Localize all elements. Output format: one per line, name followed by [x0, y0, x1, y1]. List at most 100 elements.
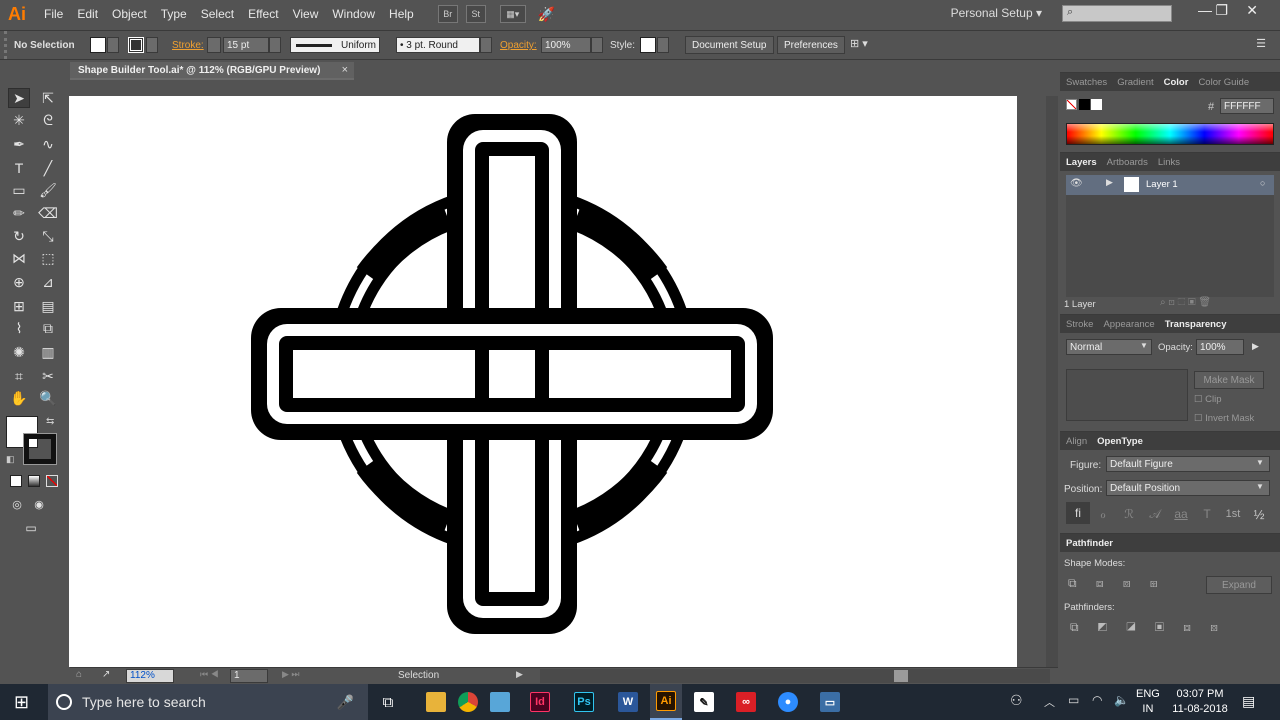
layers-footer-icons[interactable]: ⌕ ⊡ ⬚ ▣ 🗑: [1160, 297, 1211, 308]
mesh-tool-icon[interactable]: ⊞: [8, 296, 30, 316]
pen-app-icon[interactable]: ✎: [688, 684, 720, 720]
tab-transparency[interactable]: Transparency: [1165, 319, 1227, 330]
vertical-scrollbar[interactable]: [1046, 96, 1058, 667]
stroke-label[interactable]: Stroke:: [172, 40, 204, 51]
help-search-input[interactable]: ⌕: [1062, 5, 1172, 22]
brush-dropdown[interactable]: [480, 37, 492, 53]
fill-swatch[interactable]: [90, 37, 106, 53]
show-hidden-icons[interactable]: ︿: [1044, 694, 1055, 710]
battery-icon[interactable]: ▭: [1068, 693, 1079, 707]
eyedropper-tool-icon[interactable]: ⌇: [8, 318, 30, 338]
minimize-button[interactable]: —: [1198, 2, 1212, 18]
visibility-eye-icon[interactable]: 👁: [1070, 178, 1083, 189]
expand-layer-icon[interactable]: ▶: [1106, 177, 1113, 188]
opacity-dropdown[interactable]: [591, 37, 603, 53]
scale-tool-icon[interactable]: ⤡: [37, 226, 59, 246]
color-mode-icon[interactable]: [10, 475, 22, 487]
style-dropdown[interactable]: [657, 37, 669, 53]
type-tool-icon[interactable]: T: [8, 158, 30, 178]
menu-type[interactable]: Type: [161, 7, 187, 21]
selection-tool-icon[interactable]: ➤: [8, 88, 30, 108]
ligatures-glyph[interactable]: ﬁ: [1066, 502, 1090, 524]
lasso-tool-icon[interactable]: ᘓ: [37, 110, 59, 130]
expand-button[interactable]: Expand: [1206, 576, 1272, 594]
action-center-icon[interactable]: ▤: [1242, 693, 1255, 710]
white-swatch[interactable]: [1091, 99, 1102, 110]
task-view-icon[interactable]: ⧉: [372, 684, 404, 720]
none-mode-icon[interactable]: [46, 475, 58, 487]
position-select[interactable]: Default Position: [1106, 480, 1270, 496]
indesign-app[interactable]: Id: [524, 684, 556, 720]
people-icon[interactable]: ⚇: [1010, 692, 1023, 709]
tab-gradient[interactable]: Gradient: [1117, 77, 1153, 88]
hex-field[interactable]: FFFFFF: [1220, 98, 1274, 114]
clip-checkbox[interactable]: ☐ Clip: [1194, 394, 1222, 405]
menu-help[interactable]: Help: [389, 7, 414, 21]
menu-window[interactable]: Window: [332, 7, 375, 21]
zoom-field[interactable]: 112%: [126, 669, 174, 683]
tab-pathfinder[interactable]: Pathfinder: [1066, 538, 1113, 549]
pencil-tool-icon[interactable]: ✏: [8, 203, 30, 223]
zoom-tool-icon[interactable]: 🔍: [37, 388, 59, 408]
none-swatch[interactable]: [1066, 99, 1077, 110]
draw-mode-icon[interactable]: ◎: [6, 494, 28, 514]
brush-definition[interactable]: • 3 pt. Round: [396, 37, 480, 53]
artboard-nav-icon[interactable]: ⌂: [76, 669, 82, 680]
workspace-switcher[interactable]: Personal Setup ▾: [951, 6, 1042, 20]
layer-row[interactable]: 👁 ▶ Layer 1 ○: [1066, 175, 1274, 195]
tab-align[interactable]: Align: [1066, 436, 1087, 447]
target-icon[interactable]: ○: [1260, 178, 1265, 188]
draw-behind-icon[interactable]: ◉: [28, 494, 50, 514]
invert-mask-checkbox[interactable]: ☐ Invert Mask: [1194, 413, 1254, 424]
arrange-documents-icon[interactable]: ▦▾: [499, 5, 526, 23]
menu-object[interactable]: Object: [112, 7, 147, 21]
perspective-grid-tool-icon[interactable]: ⊿: [37, 272, 59, 292]
illustrator-app[interactable]: Ai: [650, 684, 682, 720]
zoom-app-icon[interactable]: ●: [772, 684, 804, 720]
width-tool-icon[interactable]: ⋈: [8, 248, 30, 268]
stroke-weight-dropdown[interactable]: [269, 37, 281, 53]
artboard[interactable]: [69, 96, 1017, 667]
tab-links[interactable]: Links: [1158, 157, 1180, 168]
scrollbar-thumb[interactable]: [894, 670, 908, 682]
contextual-glyph[interactable]: ℴ: [1090, 502, 1116, 526]
menu-select[interactable]: Select: [201, 7, 234, 21]
pathfinder-buttons[interactable]: ⧉ ◩ ◪ ▣ ⧈ ⧇: [1070, 620, 1218, 635]
small-caps-glyph[interactable]: T: [1194, 502, 1220, 526]
stroke-weight-field[interactable]: 15 pt: [223, 37, 269, 53]
slice-tool-icon[interactable]: ✂: [37, 366, 59, 386]
magic-wand-tool-icon[interactable]: ✳: [8, 110, 30, 130]
menu-effect[interactable]: Effect: [248, 7, 278, 21]
pen-tool-icon[interactable]: ✒: [8, 134, 30, 154]
default-colors-icon[interactable]: ◧: [6, 454, 15, 465]
wifi-icon[interactable]: ◠: [1092, 693, 1102, 707]
figure-select[interactable]: Default Figure: [1106, 456, 1270, 472]
style-swatch[interactable]: [640, 37, 656, 53]
close-button[interactable]: ✕: [1246, 2, 1258, 19]
opacity-label[interactable]: Opacity:: [500, 40, 537, 51]
stroke-dropdown[interactable]: [146, 37, 158, 53]
fill-dropdown[interactable]: [107, 37, 119, 53]
black-swatch[interactable]: [1079, 99, 1090, 110]
artboard-next-icon[interactable]: ▶ ⏭: [282, 669, 300, 680]
line-tool-icon[interactable]: ╱: [37, 158, 59, 178]
symbol-sprayer-tool-icon[interactable]: ✺: [8, 342, 30, 362]
file-explorer-icon[interactable]: [420, 684, 452, 720]
layer-name[interactable]: Layer 1: [1146, 179, 1178, 190]
volume-icon[interactable]: 🔈: [1114, 693, 1129, 707]
word-app[interactable]: W: [612, 684, 644, 720]
arrange-icon[interactable]: ⊞ ▾: [850, 37, 868, 50]
document-tab[interactable]: Shape Builder Tool.ai* @ 112% (RGB/GPU P…: [70, 62, 354, 80]
windows-start-icon[interactable]: ⊞: [14, 692, 29, 713]
shape-builder-tool-icon[interactable]: ⊕: [8, 272, 30, 292]
free-transform-tool-icon[interactable]: ⬚: [37, 248, 59, 268]
preferences-button[interactable]: Preferences: [777, 36, 845, 54]
restore-button[interactable]: ❐: [1215, 2, 1228, 19]
status-tool-label[interactable]: Selection: [398, 670, 439, 681]
stock-button[interactable]: St: [465, 5, 486, 23]
tab-opentype[interactable]: OpenType: [1097, 436, 1143, 447]
tab-color-guide[interactable]: Color Guide: [1198, 77, 1249, 88]
opacity-field[interactable]: 100%: [541, 37, 591, 53]
chrome-icon[interactable]: [452, 684, 484, 720]
color-spectrum[interactable]: [1066, 123, 1274, 145]
